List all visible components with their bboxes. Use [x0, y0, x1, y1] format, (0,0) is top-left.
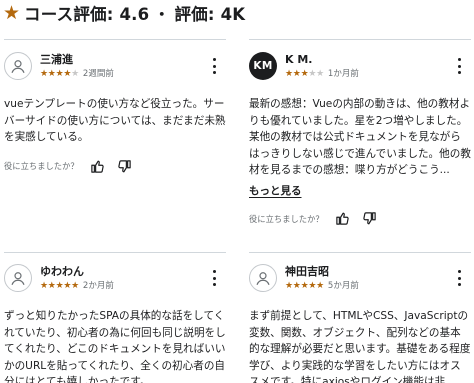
star-filled-icon: ★	[285, 69, 293, 79]
helpful-row: 役に立ちましたか？	[4, 158, 226, 175]
divider-top-right	[249, 39, 471, 40]
show-more-row: もっと見る	[249, 179, 471, 198]
person-icon	[256, 272, 270, 285]
rating-stars: ★★★★★	[285, 69, 324, 79]
star-filled-icon: ★	[63, 69, 72, 79]
divider-mid-right	[249, 252, 471, 253]
review-header: KM K M. ★★★★★ 1か月前	[249, 52, 471, 82]
divider-top-left	[4, 39, 226, 40]
reviewer-name: 三浦進	[40, 53, 73, 66]
review-text: 最新の感想：Vueの内部の動きは、他の教材よりも優れていました。星を2つ増やしま…	[249, 98, 471, 176]
ratings-header: ★ コース評価: 4.6 • 評価: 4K	[0, 0, 474, 26]
star-icon: ★	[3, 1, 21, 24]
more-options-icon[interactable]	[453, 58, 465, 74]
star-filled-icon: ★	[292, 281, 301, 291]
thumbs-down-icon[interactable]	[116, 158, 133, 175]
rating-stars: ★★★★★	[285, 281, 324, 291]
review-card: KM K M. ★★★★★ 1か月前 最新の感想：Vueの内部の動きは、他の教材…	[249, 52, 471, 227]
person-icon	[11, 272, 25, 285]
review-text: ずっと知りたかったSPAの具体的な話をしてくれていたり、初心者の為に何回も同じ説…	[4, 310, 226, 383]
review-time: 2か月前	[82, 281, 114, 291]
review-card: 神田吉昭 ★★★★★ 5か月前 まず前提として、HTMLやCSS、JavaScr…	[249, 264, 471, 383]
more-options-icon[interactable]	[208, 270, 220, 286]
thumbs-up-icon[interactable]	[89, 158, 106, 175]
star-filled-icon: ★	[40, 69, 48, 79]
review-header: ゆわわん ★★★★★ 2か月前	[4, 264, 226, 294]
person-icon	[11, 60, 25, 73]
avatar	[4, 52, 32, 80]
reviewer-name: ゆわわん	[40, 265, 84, 278]
avatar	[4, 264, 32, 292]
star-empty-icon: ★	[71, 69, 79, 79]
star-filled-icon: ★	[308, 281, 317, 291]
review-header: 三浦進 ★★★★★ 2週間前	[4, 52, 226, 82]
more-options-icon[interactable]	[208, 58, 220, 74]
review-time: 5か月前	[327, 281, 359, 291]
star-filled-icon: ★	[47, 281, 56, 291]
course-rating-label: コース評価: 4.6	[24, 5, 150, 24]
ratings-summary: コース評価: 4.6 • 評価: 4K	[24, 1, 245, 25]
helpful-label: 役に立ちましたか？	[249, 213, 324, 224]
review-header: 神田吉昭 ★★★★★ 5か月前	[249, 264, 471, 294]
star-filled-icon: ★	[285, 281, 293, 291]
review-time: 2週間前	[82, 69, 114, 79]
review-card: ゆわわん ★★★★★ 2か月前 ずっと知りたかったSPAの具体的な話をしてくれて…	[4, 264, 226, 383]
star-filled-icon: ★	[47, 69, 56, 79]
review-time: 1か月前	[327, 69, 359, 79]
star-filled-icon: ★	[63, 281, 72, 291]
avatar: KM	[249, 52, 277, 80]
more-options-icon[interactable]	[453, 270, 465, 286]
reviewer-name: K M.	[285, 53, 313, 66]
helpful-row: 役に立ちましたか？	[249, 210, 471, 227]
helpful-label: 役に立ちましたか？	[4, 161, 79, 171]
thumbs-up-icon[interactable]	[334, 210, 351, 227]
reviewer-name: 神田吉昭	[285, 265, 329, 278]
rating-count-label: 評価: 4K	[174, 5, 246, 24]
show-more-link[interactable]: もっと見る	[249, 183, 302, 198]
separator-dot: •	[158, 8, 166, 21]
star-filled-icon: ★	[40, 281, 48, 291]
rating-stars: ★★★★★	[40, 69, 79, 79]
star-empty-icon: ★	[308, 69, 317, 79]
star-filled-icon: ★	[316, 281, 324, 291]
star-filled-icon: ★	[71, 281, 79, 291]
avatar	[249, 264, 277, 292]
star-filled-icon: ★	[292, 69, 301, 79]
review-text: まず前提として、HTMLやCSS、JavaScriptの変数、関数、オブジェクト…	[249, 310, 471, 383]
review-card: 三浦進 ★★★★★ 2週間前 vueテンプレートの使い方など役立った。サーバーサ…	[4, 52, 226, 175]
review-text: vueテンプレートの使い方など役立った。サーバーサイドの使い方については、まだま…	[4, 98, 226, 143]
thumbs-down-icon[interactable]	[361, 210, 378, 227]
rating-stars: ★★★★★	[40, 281, 79, 291]
divider-mid-left	[4, 252, 226, 253]
star-empty-icon: ★	[316, 69, 324, 79]
